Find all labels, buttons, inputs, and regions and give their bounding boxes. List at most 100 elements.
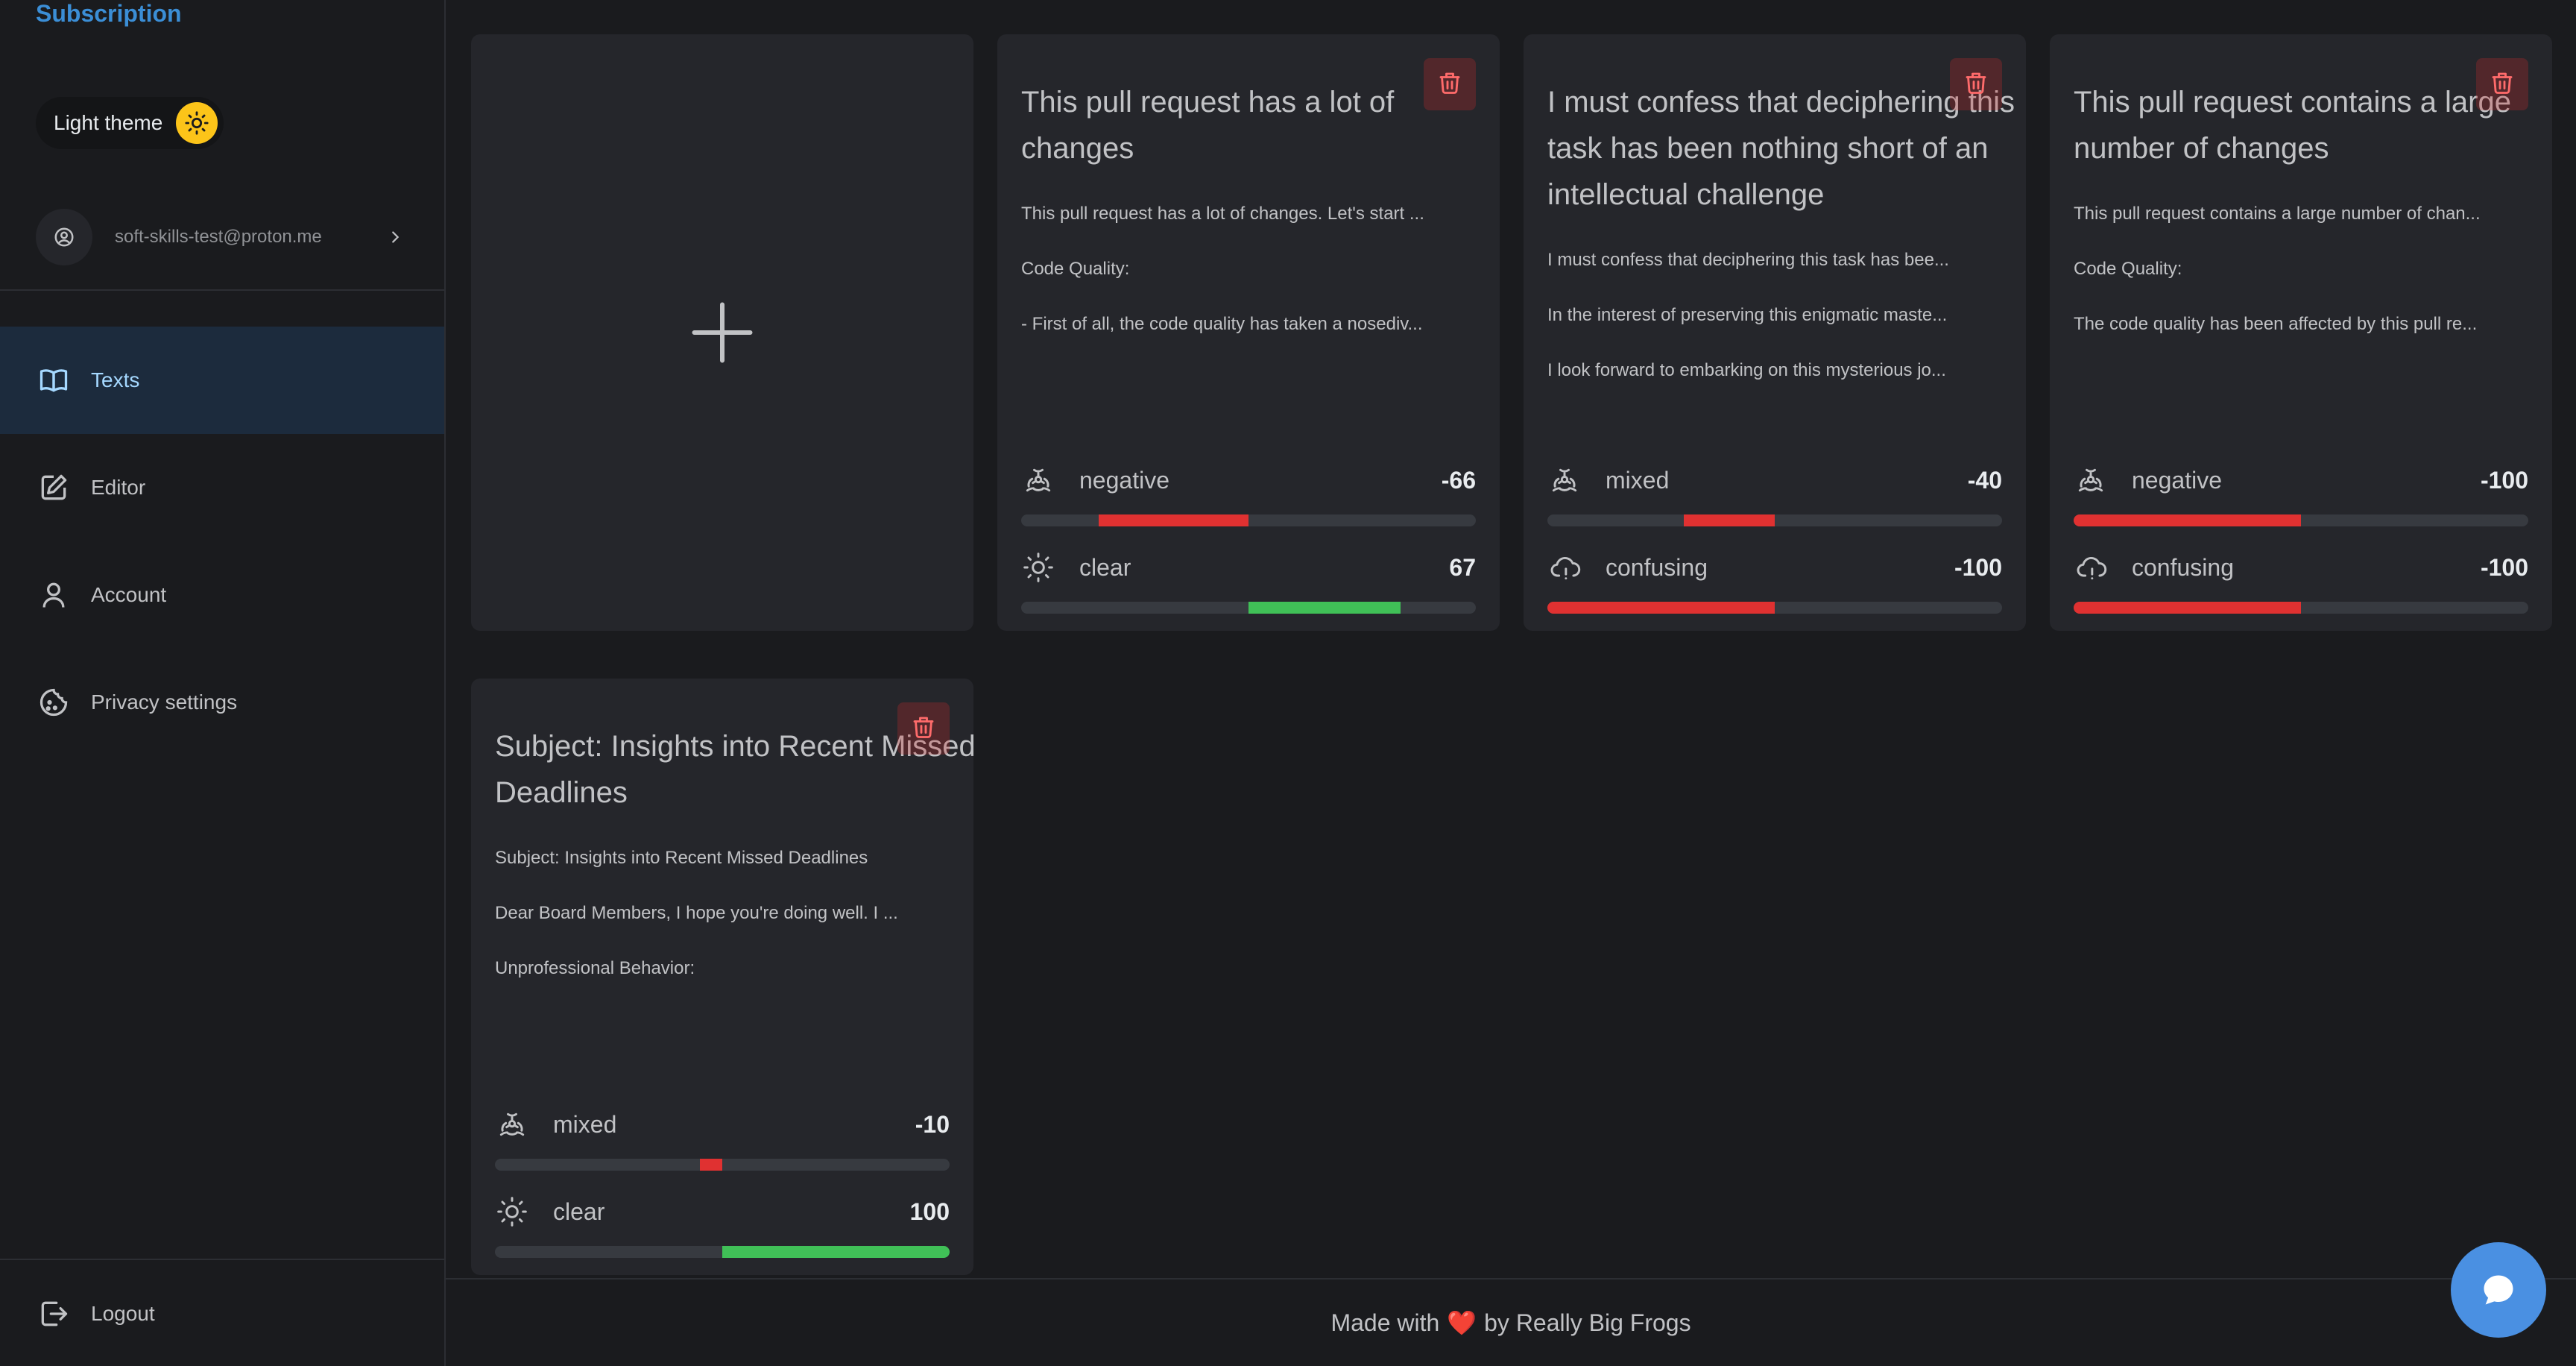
sidebar-item-privacy-settings[interactable]: Privacy settings [0,649,444,756]
card-preview: This pull request has a lot of changes. … [1021,201,1476,337]
text-card[interactable]: Subject: Insights into Recent Missed Dea… [471,679,973,1275]
card-preview-line: Subject: Insights into Recent Missed Dea… [495,848,868,868]
user-menu[interactable]: soft-skills-test@proton.me [36,209,408,265]
sidebar-item-account[interactable]: Account [0,541,444,649]
cloud-alert-icon [2074,550,2108,585]
clarity-bar [495,1246,950,1258]
card-preview-line: I must confess that deciphering this tas… [1547,250,1949,270]
sidebar-item-label: Privacy settings [91,690,238,714]
card-preview-line: Code Quality: [1021,259,1130,279]
clarity-label: confusing [2132,553,2234,581]
clarity-score: -100 [1954,553,2002,581]
card-preview-line: This pull request has a lot of changes. … [1021,204,1424,224]
clarity-score: -100 [2480,553,2528,581]
trash-icon [2489,69,2516,100]
clarity-metric: confusing -100 [2074,545,2528,617]
card-preview-line: The code quality has been affected by th… [2074,314,2478,334]
sentiment-bar-fill [1098,514,1248,526]
sentiment-bar-fill [2074,514,2301,526]
clarity-bar-fill [1248,602,1401,614]
clarity-score: 67 [1449,553,1476,581]
card-preview: Subject: Insights into Recent Missed Dea… [495,846,950,981]
delete-button[interactable] [897,702,950,755]
text-card[interactable]: This pull request has a lot of changes Th… [997,34,1500,631]
biohazard-icon [1547,463,1582,497]
biohazard-icon [495,1107,529,1142]
edit-icon [41,474,67,500]
clarity-bar-fill [1547,602,1775,614]
clarity-metric: confusing -100 [1547,545,2002,617]
sidebar: Subscription Light theme soft-skills-tes… [0,0,446,1366]
logout-label: Logout [91,1302,155,1325]
card-preview-line: Dear Board Members, I hope you're doing … [495,903,898,923]
user-circle-icon [36,209,92,265]
clarity-label: clear [553,1197,605,1225]
clarity-bar-fill [722,1246,950,1258]
clarity-metric: clear 100 [495,1189,950,1261]
logout-button[interactable]: Logout [0,1260,444,1366]
card-preview: This pull request contains a large numbe… [2074,201,2528,337]
sentiment-metric: mixed -10 [495,1102,950,1174]
user-icon [42,582,65,608]
clarity-label: clear [1079,553,1131,581]
theme-toggle-label: Light theme [54,111,163,134]
clarity-metric: clear 67 [1021,545,1476,617]
sentiment-label: negative [2132,466,2222,494]
user-email: soft-skills-test@proton.me [115,227,322,247]
clarity-bar-fill [2074,602,2301,614]
sentiment-score: -100 [2480,466,2528,494]
sun-icon [495,1195,529,1229]
sentiment-metric: negative -100 [2074,458,2528,529]
sidebar-item-texts[interactable]: Texts [0,327,444,434]
delete-button[interactable] [1950,58,2002,110]
cookie-icon [40,688,68,717]
sentiment-score: -10 [915,1110,950,1138]
text-card[interactable]: I must confess that deciphering this tas… [1524,34,2026,631]
book-icon [40,369,68,392]
sentiment-bar-fill [699,1159,722,1171]
heart-icon: ❤️ [1447,1309,1477,1336]
sentiment-metric: mixed -40 [1547,458,2002,529]
trash-icon [1963,69,1989,100]
sidebar-item-label: Editor [91,476,146,499]
card-preview-line: I look forward to embarking on this myst… [1547,360,1946,380]
sentiment-bar [2074,514,2528,526]
sentiment-bar [1021,514,1476,526]
text-card[interactable]: This pull request contains a large numbe… [2050,34,2552,631]
chat-button[interactable] [2451,1242,2546,1338]
footer: Made with ❤️ by Really Big Frogs [446,1278,2576,1366]
card-preview-line: This pull request contains a large numbe… [2074,204,2481,224]
add-text-card[interactable] [471,34,973,631]
card-preview-line: Code Quality: [2074,259,2182,279]
sentiment-label: mixed [1606,466,1670,494]
clarity-label: confusing [1606,553,1708,581]
footer-suffix: by Really Big Frogs [1484,1309,1691,1336]
sentiment-score: -66 [1441,466,1476,494]
clarity-score: 100 [909,1197,950,1225]
sentiment-label: mixed [553,1110,617,1138]
delete-button[interactable] [1424,58,1476,110]
card-preview-line: - First of all, the code quality has tak… [1021,314,1423,334]
sidebar-divider [0,289,444,291]
theme-toggle[interactable]: Light theme [36,97,224,149]
footer-prefix: Made with [1330,1309,1440,1336]
trash-icon [910,714,937,744]
sidebar-item-label: Account [91,583,167,606]
clarity-bar [2074,602,2528,614]
chevron-right-icon [382,224,408,251]
sidebar-item-editor[interactable]: Editor [0,434,444,541]
clarity-bar [1547,602,2002,614]
sentiment-score: -40 [1967,466,2002,494]
plus-icon [692,302,753,363]
sentiment-label: negative [1079,466,1169,494]
card-preview-line: In the interest of preserving this enigm… [1547,305,1948,325]
delete-button[interactable] [2476,58,2528,110]
card-preview-line: Unprofessional Behavior: [495,958,695,978]
sentiment-bar [1547,514,2002,526]
sun-icon [1021,550,1055,585]
cloud-alert-icon [1547,550,1582,585]
sentiment-bar-fill [1684,514,1775,526]
clarity-bar [1021,602,1476,614]
subscription-link[interactable]: Subscription [36,0,182,28]
sidebar-item-label: Texts [91,368,140,391]
